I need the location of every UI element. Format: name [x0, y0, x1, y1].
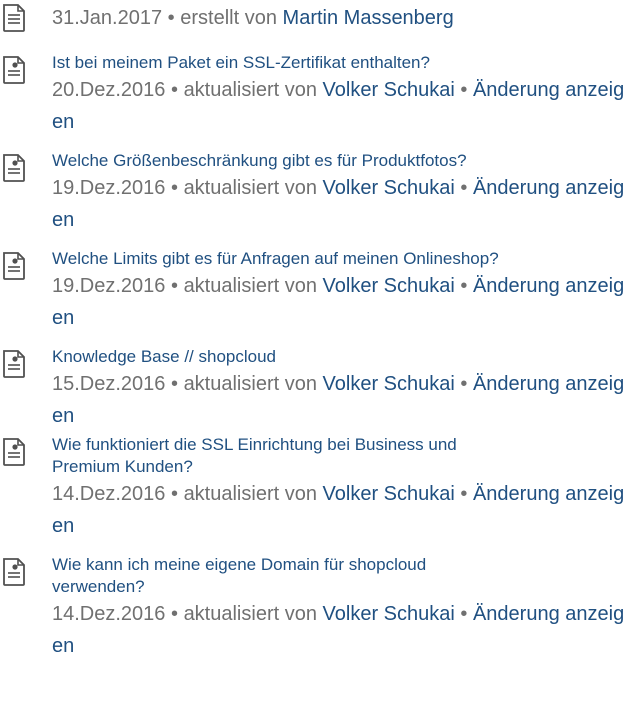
meta-separator: •	[170, 373, 178, 395]
entry-date: 14.Dez.2016	[52, 483, 166, 505]
page-title-link[interactable]: Ist bei meinem Paket ein SSL-Zertifikat …	[52, 52, 592, 74]
meta-separator: •	[170, 483, 178, 505]
page-updated-icon	[3, 350, 25, 378]
meta-separator: •	[460, 177, 468, 199]
author-link[interactable]: Volker Schukai	[323, 483, 455, 505]
page-title-line: Knowledge Base // shopcloud	[52, 347, 276, 366]
page-title-line: Wie funktioniert die SSL Einrichtung bei…	[52, 435, 457, 454]
page-icon	[3, 4, 25, 32]
entry-action: aktualisiert von	[183, 177, 317, 199]
entry-action: aktualisiert von	[183, 373, 317, 395]
entry-date: 20.Dez.2016	[52, 79, 166, 101]
page-title-line: Welche Größenbeschränkung gibt es für Pr…	[52, 151, 467, 170]
entry-action: aktualisiert von	[183, 603, 317, 625]
author-link[interactable]: Volker Schukai	[323, 603, 455, 625]
page-title-link[interactable]: Knowledge Base // shopcloud	[52, 346, 592, 368]
meta-separator: •	[170, 275, 178, 297]
entry-action: aktualisiert von	[183, 275, 317, 297]
entry-action: aktualisiert von	[183, 79, 317, 101]
entry-meta: 31.Jan.2017 • erstellt von Martin Massen…	[52, 2, 632, 34]
author-link[interactable]: Volker Schukai	[323, 79, 455, 101]
meta-separator: •	[167, 7, 175, 29]
entry-meta: 14.Dez.2016 • aktualisiert von Volker Sc…	[52, 478, 632, 542]
entry-date: 31.Jan.2017	[52, 7, 163, 29]
page-title-link[interactable]: Welche Größenbeschränkung gibt es für Pr…	[52, 150, 592, 172]
page-title-line: Premium Kunden?	[52, 457, 193, 476]
author-link[interactable]: Martin Massenberg	[283, 7, 454, 29]
page-updated-icon	[3, 558, 25, 586]
page-updated-icon	[3, 252, 25, 280]
entry-meta: 19.Dez.2016 • aktualisiert von Volker Sc…	[52, 172, 632, 236]
meta-separator: •	[170, 603, 178, 625]
author-link[interactable]: Volker Schukai	[323, 373, 455, 395]
page-updated-icon	[3, 438, 25, 466]
entry-date: 19.Dez.2016	[52, 275, 166, 297]
entry-meta: 14.Dez.2016 • aktualisiert von Volker Sc…	[52, 598, 632, 662]
page-title-line: verwenden?	[52, 577, 145, 596]
page-title-line: Welche Limits gibt es für Anfragen auf m…	[52, 249, 499, 268]
page-title-link[interactable]: Wie kann ich meine eigene Domain für sho…	[52, 554, 592, 598]
entry-meta: 20.Dez.2016 • aktualisiert von Volker Sc…	[52, 74, 632, 138]
page-updated-icon	[3, 154, 25, 182]
entry-action: aktualisiert von	[183, 483, 317, 505]
meta-separator: •	[170, 177, 178, 199]
entry-date: 19.Dez.2016	[52, 177, 166, 199]
entry-date: 15.Dez.2016	[52, 373, 166, 395]
activity-entry-created: 31.Jan.2017 • erstellt von Martin Massen…	[0, 0, 635, 36]
meta-separator: •	[170, 79, 178, 101]
entry-date: 14.Dez.2016	[52, 603, 166, 625]
page-title-link[interactable]: Wie funktioniert die SSL Einrichtung bei…	[52, 434, 592, 478]
entry-meta: 15.Dez.2016 • aktualisiert von Volker Sc…	[52, 368, 632, 432]
meta-separator: •	[460, 373, 468, 395]
author-link[interactable]: Volker Schukai	[323, 177, 455, 199]
page-title-line: Ist bei meinem Paket ein SSL-Zertifikat …	[52, 53, 430, 72]
entry-meta: 19.Dez.2016 • aktualisiert von Volker Sc…	[52, 270, 632, 334]
page-title-link[interactable]: Welche Limits gibt es für Anfragen auf m…	[52, 248, 592, 270]
author-link[interactable]: Volker Schukai	[323, 275, 455, 297]
meta-separator: •	[460, 483, 468, 505]
meta-separator: •	[460, 79, 468, 101]
entry-action: erstellt von	[180, 7, 277, 29]
meta-separator: •	[460, 275, 468, 297]
meta-separator: •	[460, 603, 468, 625]
page-updated-icon	[3, 56, 25, 84]
page-title-line: Wie kann ich meine eigene Domain für sho…	[52, 555, 427, 574]
